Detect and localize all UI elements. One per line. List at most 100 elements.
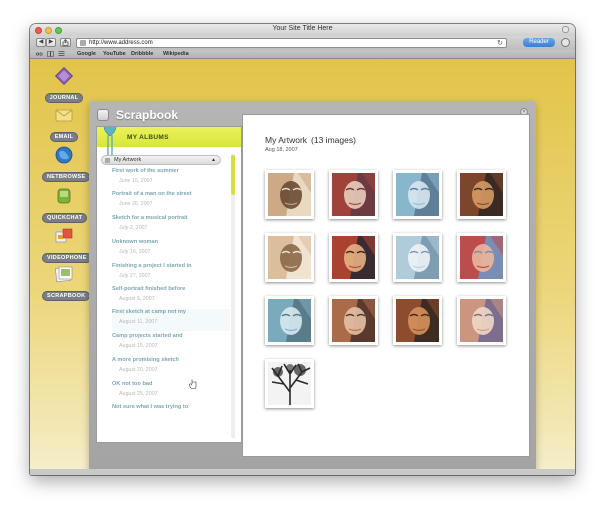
artwork-thumbnail[interactable] [393, 296, 442, 345]
album-selector[interactable]: My Artwork ▲ [101, 155, 221, 165]
panel-title: Scrapbook [116, 108, 179, 122]
album-entry[interactable]: Sketch for a musical portrait July 2, 20… [112, 215, 230, 231]
artwork-count: (13 images) [311, 135, 356, 145]
reading-list-icon[interactable] [36, 51, 43, 57]
album-entry[interactable]: Portrait of a man on the street June 26,… [112, 191, 230, 207]
downloads-icon[interactable] [561, 38, 570, 47]
entry-title: OK not too bad [112, 381, 153, 387]
netbrowse-icon [54, 145, 74, 165]
entry-title: Sketch for a musical portrait [112, 215, 188, 221]
album-entry[interactable]: Not sure what I was trying to [112, 404, 230, 414]
reload-button[interactable]: ↻ [497, 39, 503, 47]
artwork-image [268, 236, 311, 279]
artwork-image [460, 299, 503, 342]
artwork-image [268, 362, 311, 405]
bookmarks-icon[interactable] [47, 51, 54, 57]
entry-title: Unknown woman [112, 239, 158, 245]
artwork-thumbnail[interactable] [265, 233, 314, 282]
dock-label-videophone: VIDEOPHONE [42, 253, 92, 263]
albums-scrollbar-thumb[interactable] [231, 155, 235, 195]
artwork-thumbnail[interactable] [329, 233, 378, 282]
artwork-image [396, 173, 439, 216]
artwork-image [396, 236, 439, 279]
artwork-thumbnail[interactable] [265, 359, 314, 408]
bookmark-youtube[interactable]: YouTube [103, 51, 126, 57]
journal-icon [54, 66, 74, 86]
app-content: JOURNAL EMAIL NETBROWSE QUICKCHAT VIDEOP… [30, 59, 575, 475]
artwork-thumbnail[interactable] [457, 233, 506, 282]
album-selector-value: My Artwork [114, 157, 142, 163]
artwork-thumbnail[interactable] [393, 170, 442, 219]
dock-label-scrapbook: SCRAPBOOK [42, 291, 91, 301]
bookmark-wikipedia[interactable]: Wikipedia [163, 51, 189, 57]
entry-date: August 11, 2007 [119, 319, 158, 325]
forward-button[interactable]: ▶ [46, 38, 56, 47]
album-entry[interactable]: First work of the summer June 15, 2007 [112, 168, 230, 184]
dock-label-journal: JOURNAL [44, 93, 84, 103]
albums-sidebar: MY ALBUMS My Artwork ▲ First work of the… [96, 126, 242, 443]
artwork-pane: My Artwork (13 images) Aug 18, 2007 [242, 114, 530, 457]
entry-title: A more promising sketch [112, 357, 179, 363]
bookmark-google[interactable]: Google [77, 51, 96, 57]
artwork-image [460, 173, 503, 216]
dock-item-email[interactable]: EMAIL [42, 105, 86, 143]
artwork-image [332, 173, 375, 216]
album-entry[interactable]: Finishing a project I started in July 27… [112, 263, 230, 279]
artwork-thumbnail[interactable] [265, 170, 314, 219]
album-entry[interactable]: A more promising sketch August 20, 2007 [112, 357, 230, 373]
dock-item-netbrowse[interactable]: NETBROWSE [42, 145, 91, 183]
artwork-image [332, 299, 375, 342]
chevron-up-icon: ▲ [211, 157, 216, 163]
album-entry[interactable]: Unknown woman July 16, 2007 [112, 239, 230, 255]
entry-date: June 26, 2007 [119, 201, 153, 207]
share-icon [62, 38, 69, 46]
artwork-thumbnail[interactable] [329, 170, 378, 219]
dock-item-journal[interactable]: JOURNAL [42, 66, 86, 104]
artwork-thumbnail[interactable] [457, 296, 506, 345]
scrapbook-panel: Scrapbook × MY ALBUMS My Artwork ▲ First… [89, 101, 536, 473]
entry-date: August 15, 2007 [119, 343, 158, 349]
address-text: http://www.address.com [89, 40, 153, 46]
favicon-icon [80, 40, 86, 46]
entry-date: August 5, 2007 [119, 296, 155, 302]
browser-toolbar: ◀ ▶ http://www.address.com ↻ Reader [30, 36, 575, 50]
artwork-title: My Artwork [265, 135, 308, 145]
album-folder-icon [105, 158, 110, 163]
address-bar[interactable]: http://www.address.com ↻ [76, 38, 507, 48]
bookmark-dribbble[interactable]: Dribbble [131, 51, 153, 57]
top-sites-icon[interactable] [58, 51, 65, 57]
artwork-thumbnail[interactable] [329, 296, 378, 345]
entry-title: Self-portrait finished before [112, 286, 186, 292]
entry-date: August 25, 2007 [119, 391, 158, 397]
dock-label-quickchat: QUICKCHAT [42, 213, 88, 223]
dock-item-videophone[interactable]: VIDEOPHONE [42, 226, 92, 264]
hand-cursor-icon [189, 379, 197, 389]
album-entry[interactable]: Self-portrait finished before August 5, … [112, 286, 230, 302]
artwork-image [396, 299, 439, 342]
artwork-thumbnail[interactable] [457, 170, 506, 219]
back-button[interactable]: ◀ [36, 38, 46, 47]
dock-item-quickchat[interactable]: QUICKCHAT [42, 186, 88, 224]
entry-title: First work of the summer [112, 168, 179, 174]
artwork-image [460, 236, 503, 279]
album-entry[interactable]: Camp projects started and August 15, 200… [112, 333, 230, 349]
artwork-thumbnail[interactable] [265, 296, 314, 345]
toolbar-toggle-button[interactable] [562, 26, 569, 33]
album-entry[interactable]: OK not too bad August 25, 2007 [112, 381, 230, 397]
quickchat-icon [54, 186, 74, 206]
share-button[interactable] [60, 38, 71, 47]
heart-pin-icon [103, 127, 117, 157]
artwork-image [332, 236, 375, 279]
albums-scrollbar-track[interactable] [231, 154, 235, 438]
dock-item-scrapbook[interactable]: SCRAPBOOK [42, 264, 91, 302]
email-icon [54, 105, 74, 125]
entry-title: Portrait of a man on the street [112, 191, 192, 197]
scrapbook-icon [54, 264, 74, 284]
artwork-date: Aug 18, 2007 [265, 147, 298, 153]
reader-button[interactable]: Reader [523, 38, 555, 47]
scrapbook-logo-icon [97, 109, 109, 121]
status-strip [30, 469, 575, 475]
album-entry-selected[interactable]: First sketch at camp not my August 11, 2… [112, 309, 230, 331]
artwork-thumbnail[interactable] [393, 233, 442, 282]
window-title: Your Site Title Here [272, 25, 333, 32]
